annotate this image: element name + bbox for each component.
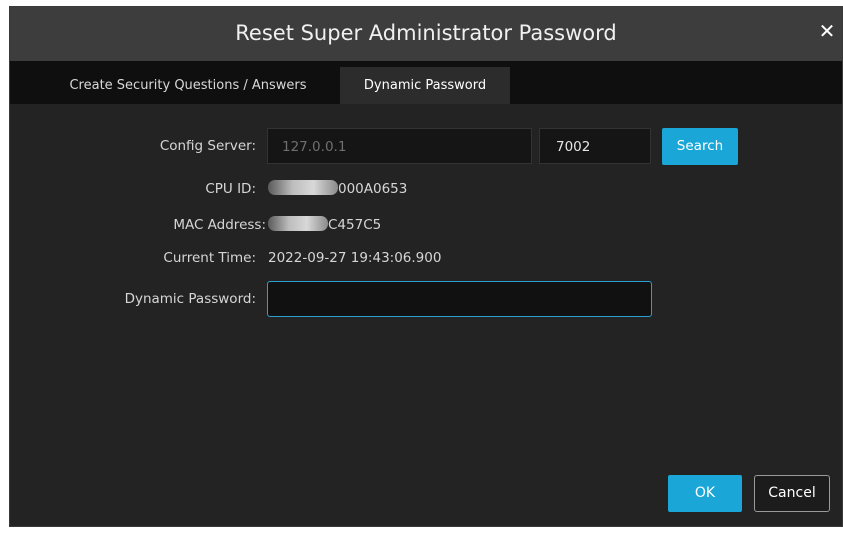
tab-dynamic-password[interactable]: Dynamic Password — [340, 67, 510, 104]
cpu-id-value: 000A0653 — [338, 181, 408, 197]
dynamic-password-label: Dynamic Password: — [124, 291, 256, 307]
dialog-title: Reset Super Administrator Password — [235, 21, 617, 45]
dynamic-password-input[interactable] — [267, 281, 652, 317]
config-server-port-input[interactable]: 7002 — [539, 128, 651, 164]
title-bar: Reset Super Administrator Password ✕ — [10, 7, 842, 61]
cpu-id-value-row: 000A0653 — [268, 180, 408, 197]
cancel-button[interactable]: Cancel — [754, 475, 830, 512]
search-button[interactable]: Search — [662, 128, 738, 165]
redaction-mask — [268, 216, 328, 231]
mac-address-label: MAC Address: — [173, 217, 266, 233]
tab-strip: Create Security Questions / Answers Dyna… — [10, 61, 842, 104]
redaction-mask — [268, 180, 338, 195]
config-server-label: Config Server: — [159, 138, 256, 154]
ok-button[interactable]: OK — [668, 475, 742, 512]
reset-password-dialog: Reset Super Administrator Password ✕ Cre… — [9, 6, 843, 527]
cpu-id-label: CPU ID: — [205, 181, 256, 197]
current-time-value: 2022-09-27 19:43:06.900 — [268, 250, 442, 266]
close-icon[interactable]: ✕ — [816, 19, 838, 43]
tab-security-questions[interactable]: Create Security Questions / Answers — [38, 67, 338, 104]
config-server-ip-input[interactable]: 127.0.0.1 — [267, 128, 532, 164]
mac-address-value-row: C457C5 — [268, 216, 382, 233]
current-time-label: Current Time: — [163, 250, 256, 266]
mac-address-value: C457C5 — [328, 217, 382, 233]
